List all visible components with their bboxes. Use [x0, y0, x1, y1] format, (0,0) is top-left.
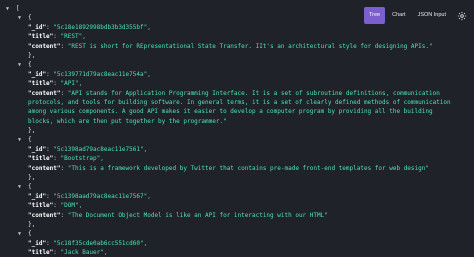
title-key: "title"	[28, 155, 54, 163]
object-open-brace: {	[28, 61, 32, 69]
content-key: "content"	[28, 211, 61, 219]
id-key: "_id"	[28, 145, 47, 153]
content-value-line: among various components. A good API mak…	[28, 108, 433, 116]
id-key: "_id"	[28, 192, 47, 200]
tab-tree[interactable]: Tree	[364, 7, 386, 25]
id-row: "_id": "5c1398ad79ac8eac11e7561",	[28, 145, 148, 153]
object-item: ▼{ "_id": "5c1398aad79ac8eac11e7567", "t…	[6, 182, 468, 229]
title-value: "DOM",	[60, 202, 83, 210]
object-item: ▼{ "_id": "5c18f35cde0ab6cc551cd60", "ti…	[6, 229, 468, 257]
id-key: "_id"	[28, 70, 47, 78]
content-key: "content"	[28, 164, 61, 172]
gear-icon[interactable]	[456, 10, 468, 22]
collapse-triangle-icon[interactable]: ▼	[18, 230, 28, 239]
object-open-brace: {	[28, 14, 32, 22]
object-open-brace: {	[28, 230, 32, 238]
object-open-row[interactable]: ▼{	[6, 182, 468, 191]
content-value: "The Document Object Model is like an AP…	[67, 211, 328, 219]
object-open-brace: {	[28, 183, 32, 191]
title-key: "title"	[28, 33, 54, 41]
id-row: "_id": "5c18f35cde0ab6cc551cd60",	[28, 239, 148, 247]
id-value: "5c1398aad79ac8eac11e7567",	[53, 192, 151, 200]
object-close-brace: },	[28, 174, 36, 182]
id-row: "_id": "5c139771d79ac8eac11e754a",	[28, 70, 151, 78]
content-key: "content"	[28, 89, 61, 97]
object-item: ▼{ "_id": "5c139771d79ac8eac11e754a", "t…	[6, 60, 468, 135]
object-close-row: },	[6, 220, 468, 229]
id-value: "5c18f35cde0ab6cc551cd60",	[53, 239, 148, 247]
title-row: "title": "Bootstrap",	[28, 155, 104, 163]
array-open-bracket: [	[16, 5, 20, 12]
id-value: "5c139771d79ac8eac11e754a",	[53, 70, 151, 78]
collapse-triangle-icon[interactable]: ▼	[18, 136, 28, 145]
title-value: "API",	[60, 80, 83, 88]
object-close-brace: },	[28, 127, 36, 135]
content-value-line: blocks, which are then put together by t…	[28, 117, 227, 125]
content-value-line: protocols, and tools for building softwa…	[28, 98, 451, 106]
object-close-row: },	[6, 51, 468, 60]
collapse-triangle-icon[interactable]: ▼	[18, 14, 28, 23]
tab-chart[interactable]: Chart	[387, 7, 410, 24]
collapse-triangle-icon[interactable]: ▼	[18, 183, 28, 192]
content-row: "content": "This is a framework develope…	[28, 164, 429, 172]
title-row: "title": "API",	[28, 80, 83, 88]
content-value: "REST is short for REpresentational Stat…	[67, 42, 433, 50]
id-key: "_id"	[28, 239, 47, 247]
id-value: "5c1398ad79ac8eac11e7561",	[53, 145, 148, 153]
title-value: "Bootstrap",	[60, 155, 104, 163]
object-close-row: },	[6, 126, 468, 135]
object-item: ▼{ "_id": "5c1398ad79ac8eac11e7561", "ti…	[6, 135, 468, 182]
collapse-triangle-icon[interactable]: ▼	[18, 61, 28, 70]
content-value-line: "API stands for Application Programming …	[67, 89, 440, 97]
collapse-triangle-icon[interactable]: ▼	[6, 5, 16, 14]
content-row: "content": "REST is short for REpresenta…	[28, 42, 433, 50]
content-continuation-row: among various components. A good API mak…	[6, 107, 468, 116]
id-row: "_id": "5c1398aad79ac8eac11e7567",	[28, 192, 151, 200]
id-key: "_id"	[28, 23, 47, 31]
object-open-brace: {	[28, 136, 32, 144]
title-value: "Jack Bauer",	[60, 249, 108, 257]
json-tree: ▼[ ▼{ "_id": "5c18e1892998bdb3b3d355bf",…	[6, 4, 468, 257]
object-open-row[interactable]: ▼{	[6, 60, 468, 69]
object-open-row[interactable]: ▼{	[6, 229, 468, 238]
title-value: "REST",	[60, 33, 86, 41]
content-value: "This is a framework developed by Twitte…	[67, 164, 429, 172]
title-row: "title": "DOM",	[28, 202, 83, 210]
title-row: "title": "REST",	[28, 33, 86, 41]
object-open-row[interactable]: ▼{	[6, 135, 468, 144]
content-continuation-row: blocks, which are then put together by t…	[6, 117, 468, 126]
tab-json-input[interactable]: JSON Input	[413, 7, 451, 24]
json-viewer: ▼[ ▼{ "_id": "5c18e1892998bdb3b3d355bf",…	[0, 0, 474, 257]
view-toolbar: Tree Chart JSON Input	[364, 7, 468, 25]
title-key: "title"	[28, 249, 54, 257]
content-key: "content"	[28, 42, 61, 50]
object-close-brace: },	[28, 51, 36, 59]
object-close-row: },	[6, 173, 468, 182]
object-close-brace: },	[28, 220, 36, 228]
id-value: "5c18e1892998bdb3b3d355bf",	[53, 23, 151, 31]
title-row: "title": "Jack Bauer",	[28, 249, 108, 257]
content-row: "content": "API stands for Application P…	[28, 89, 440, 97]
title-key: "title"	[28, 80, 54, 88]
title-key: "title"	[28, 202, 54, 210]
content-row: "content": "The Document Object Model is…	[28, 211, 328, 219]
content-continuation-row: protocols, and tools for building softwa…	[6, 98, 468, 107]
